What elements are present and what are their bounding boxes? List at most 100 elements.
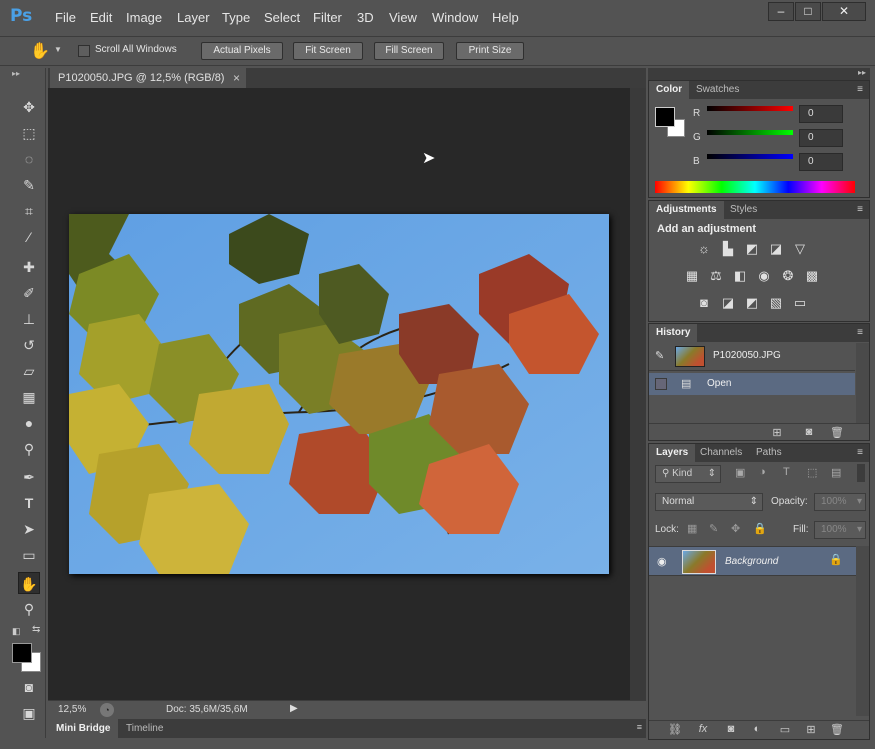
screen-mode-icon[interactable]: ▣ <box>18 702 40 724</box>
hand-tool-preset-icon[interactable]: ✋ <box>30 41 50 61</box>
hue-saturation-icon[interactable]: ▦ <box>683 268 701 284</box>
status-menu-arrow-icon[interactable]: ▶ <box>290 703 298 714</box>
layer-filter-kind-select[interactable]: ⚲ Kind ⇕ <box>655 465 721 483</box>
new-document-from-state-icon[interactable]: ⊞ <box>769 426 785 440</box>
foreground-color-chip[interactable] <box>655 107 675 127</box>
color-lookup-icon[interactable]: ▩ <box>803 268 821 284</box>
b-slider[interactable] <box>707 154 793 159</box>
foreground-color-swatch[interactable] <box>12 643 32 663</box>
menu-edit[interactable]: Edit <box>90 10 112 25</box>
levels-icon[interactable]: ▙ <box>719 241 737 257</box>
add-mask-icon[interactable]: ◙ <box>723 723 739 737</box>
brightness-contrast-icon[interactable]: ☼ <box>695 241 713 257</box>
vibrance-icon[interactable]: ▽ <box>791 241 809 257</box>
g-value-field[interactable]: 0 <box>799 129 843 147</box>
gradient-tool-icon[interactable]: ▦ <box>18 386 40 408</box>
tab-mini-bridge[interactable]: Mini Bridge <box>48 719 119 738</box>
history-snapshot-row[interactable]: ✎ P1020050.JPG <box>649 343 855 371</box>
trash-icon[interactable]: 🗑 <box>829 723 845 737</box>
rectangle-tool-icon[interactable]: ▭ <box>18 544 40 566</box>
new-adjustment-layer-icon[interactable]: ◐ <box>749 723 765 737</box>
color-balance-icon[interactable]: ⚖ <box>707 268 725 284</box>
panel-menu-icon[interactable]: ≡ <box>637 722 642 732</box>
history-brush-tool-icon[interactable]: ↺ <box>18 334 40 356</box>
lasso-tool-icon[interactable]: ◌ <box>18 148 40 170</box>
tab-adjustments[interactable]: Adjustments <box>649 201 724 219</box>
filter-pixel-icon[interactable]: ▣ <box>735 466 745 479</box>
black-white-icon[interactable]: ◧ <box>731 268 749 284</box>
history-step-source-box[interactable] <box>655 378 667 390</box>
curves-icon[interactable]: ◩ <box>743 241 761 257</box>
chevron-down-icon[interactable]: ▼ <box>54 45 62 54</box>
filter-shape-icon[interactable]: ⬚ <box>807 466 817 479</box>
threshold-icon[interactable]: ◩ <box>743 295 761 311</box>
menu-window[interactable]: Window <box>432 10 478 25</box>
brush-tool-icon[interactable]: ✐ <box>18 282 40 304</box>
eye-visibility-icon[interactable]: ◉ <box>657 555 667 568</box>
lock-all-icon[interactable]: 🔒 <box>753 522 767 535</box>
lock-transparent-icon[interactable]: ▦ <box>687 522 697 535</box>
exposure-icon[interactable]: ◪ <box>767 241 785 257</box>
invert-icon[interactable]: ◙ <box>695 295 713 311</box>
vertical-scrollbar[interactable] <box>630 88 646 700</box>
b-value-field[interactable]: 0 <box>799 153 843 171</box>
history-scrollbar[interactable] <box>856 343 869 423</box>
panel-menu-icon[interactable]: ≡ <box>857 84 863 95</box>
menu-filter[interactable]: Filter <box>313 10 342 25</box>
default-colors-icon[interactable]: ◧ <box>12 626 21 637</box>
dodge-tool-icon[interactable]: ⚲ <box>18 438 40 460</box>
type-tool-icon[interactable]: T <box>18 492 40 514</box>
history-brush-source-icon[interactable]: ✎ <box>655 349 664 362</box>
r-value-field[interactable]: 0 <box>799 105 843 123</box>
maximize-button[interactable]: □ <box>795 2 821 21</box>
swap-colors-icon[interactable]: ⇆ <box>32 624 40 635</box>
tab-swatches[interactable]: Swatches <box>689 81 746 99</box>
trash-icon[interactable]: 🗑 <box>829 426 845 440</box>
tab-paths[interactable]: Paths <box>749 444 789 462</box>
blur-tool-icon[interactable]: ● <box>18 412 40 434</box>
lock-image-icon[interactable]: ✎ <box>709 522 718 535</box>
quick-selection-tool-icon[interactable]: ✎ <box>18 174 40 196</box>
zoom-level[interactable]: 12,5% <box>58 704 86 715</box>
close-tab-icon[interactable]: × <box>233 68 240 88</box>
tab-layers[interactable]: Layers <box>649 444 696 462</box>
color-spectrum-bar[interactable] <box>655 181 855 193</box>
minimize-button[interactable]: – <box>768 2 794 21</box>
g-slider[interactable] <box>707 130 793 135</box>
history-step-row[interactable]: ▤ Open <box>649 373 855 395</box>
link-layers-icon[interactable]: ⛓ <box>667 723 683 737</box>
print-size-button[interactable]: Print Size <box>456 42 524 60</box>
panel-menu-icon[interactable]: ≡ <box>857 327 863 338</box>
tab-history[interactable]: History <box>649 324 698 342</box>
path-selection-tool-icon[interactable]: ➤ <box>18 518 40 540</box>
eyedropper-tool-icon[interactable]: ⁄ <box>18 226 40 248</box>
zoom-indicator-icon[interactable]: ◔ <box>100 703 114 717</box>
menu-type[interactable]: Type <box>222 10 250 25</box>
layers-scrollbar[interactable] <box>856 546 869 716</box>
filter-adjustment-icon[interactable]: ◑ <box>759 466 766 478</box>
quick-mask-icon[interactable]: ◙ <box>18 676 40 698</box>
snapshot-camera-icon[interactable]: ◙ <box>801 426 817 440</box>
r-slider[interactable] <box>707 106 793 111</box>
menu-image[interactable]: Image <box>126 10 162 25</box>
eraser-tool-icon[interactable]: ▱ <box>18 360 40 382</box>
filter-toggle-switch[interactable] <box>857 464 865 482</box>
move-tool-icon[interactable]: ✥ <box>18 96 40 118</box>
fill-screen-button[interactable]: Fill Screen <box>374 42 444 60</box>
tab-channels[interactable]: Channels <box>693 444 749 462</box>
tab-timeline[interactable]: Timeline <box>118 719 171 738</box>
expand-panels-icon[interactable]: ▸▸ <box>858 68 866 77</box>
menu-help[interactable]: Help <box>492 10 519 25</box>
marquee-tool-icon[interactable]: ⬚ <box>18 122 40 144</box>
layer-row-background[interactable]: ◉ Background 🔒 <box>649 546 857 576</box>
collapse-panel-icon[interactable]: ▸▸ <box>12 69 20 78</box>
zoom-tool-icon[interactable]: ⚲ <box>18 598 40 620</box>
crop-tool-icon[interactable]: ⌗ <box>18 200 40 222</box>
gradient-map-icon[interactable]: ▭ <box>791 295 809 311</box>
fit-screen-button[interactable]: Fit Screen <box>293 42 363 60</box>
scroll-all-windows-checkbox[interactable] <box>78 45 90 57</box>
opacity-field[interactable]: 100% ▾ <box>814 493 866 511</box>
layer-name[interactable]: Background <box>725 556 778 567</box>
panel-menu-icon[interactable]: ≡ <box>857 447 863 458</box>
new-group-folder-icon[interactable]: ▭ <box>777 723 793 737</box>
